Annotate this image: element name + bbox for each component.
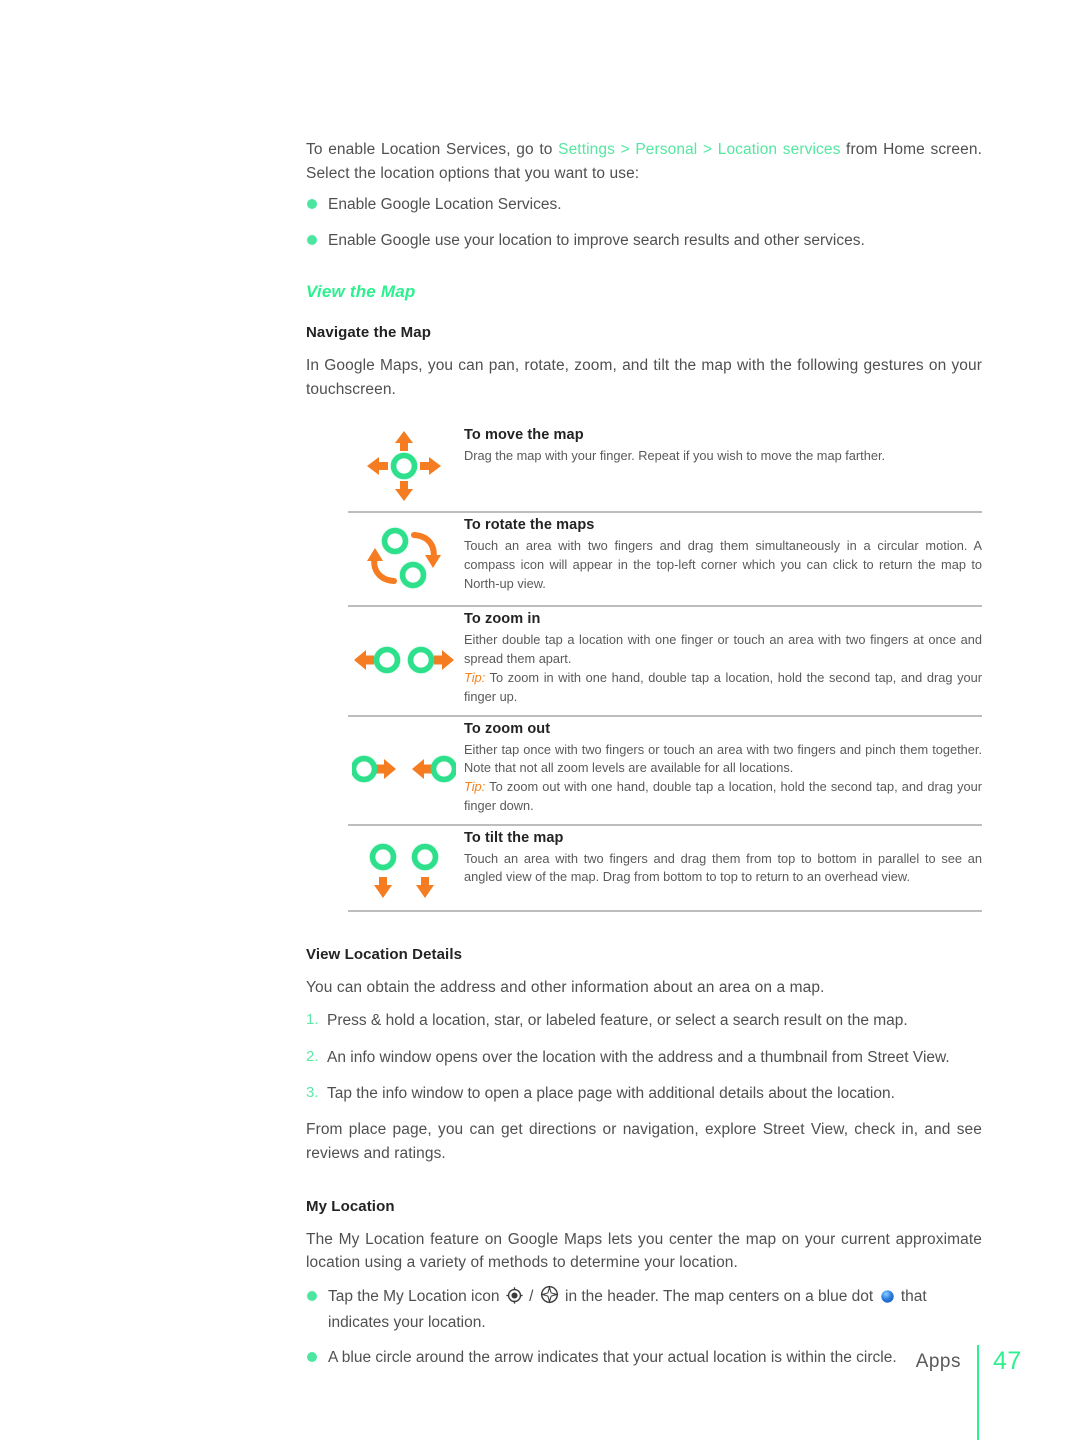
footer-divider (977, 1345, 979, 1440)
navigate-intro-paragraph: In Google Maps, you can pan, rotate, zoo… (306, 356, 982, 398)
gesture-description: Touch an area with two fingers and drag … (464, 537, 982, 593)
blue-dot-icon (880, 1288, 895, 1311)
subsection-heading-navigate-the-map: Navigate the Map (306, 323, 431, 341)
zoom-in-icon (348, 635, 460, 683)
footer-chapter-label: Apps (915, 1351, 961, 1372)
subsection-heading-my-location: My Location (306, 1197, 395, 1215)
table-row: To zoom out Either tap once with two fin… (348, 717, 982, 826)
list-item-label: Enable Google use your location to impro… (328, 231, 865, 249)
intro-paragraph: To enable Location Services, go to Setti… (306, 138, 982, 185)
page-content: To enable Location Services, go to Setti… (306, 138, 982, 1382)
tip-text: To zoom out with one hand, double tap a … (464, 779, 982, 813)
gesture-title: To zoom out (464, 720, 551, 737)
list-item: Tap the My Location icon / in the header… (306, 1285, 982, 1335)
list-item-number: 3. (306, 1083, 319, 1101)
bullet-dot-icon (307, 234, 317, 245)
gesture-title: To zoom in (464, 611, 541, 628)
bullet-dot-icon (307, 199, 317, 210)
list-item: 3. Tap the info window to open a place p… (306, 1082, 982, 1105)
list-item-label: An info window opens over the location w… (327, 1048, 950, 1066)
manual-page: To enable Location Services, go to Setti… (0, 0, 1080, 1440)
my-location-slash: / (524, 1287, 538, 1305)
list-item: 2. An info window opens over the locatio… (306, 1046, 982, 1069)
section-heading-view-the-map: View the Map (306, 281, 416, 301)
zoom-out-icon (348, 744, 460, 792)
list-item-label: Press & hold a location, star, or labele… (327, 1012, 908, 1030)
location-options-list: Enable Google Location Services. Enable … (306, 193, 982, 252)
list-item-label: Enable Google Location Services. (328, 196, 562, 214)
tip-label: Tip: (464, 669, 486, 685)
page-footer: Apps 47 (0, 1345, 1080, 1440)
table-row: To zoom in Either double tap a location … (348, 607, 982, 717)
gesture-description: Touch an area with two fingers and drag … (464, 850, 982, 888)
compass-icon (540, 1285, 559, 1311)
list-item: 1. Press & hold a location, star, or lab… (306, 1009, 982, 1032)
gesture-desc-text: Touch an area with two fingers and drag … (464, 538, 982, 591)
gesture-desc-text: Touch an area with two fingers and drag … (464, 850, 982, 885)
gesture-desc-text: Either double tap a location with one fi… (464, 632, 982, 667)
subsection-heading-view-location-details: View Location Details (306, 945, 463, 963)
tip-text: To zoom in with one hand, double tap a l… (464, 669, 982, 704)
list-item: Enable Google use your location to impro… (306, 229, 982, 252)
gesture-text: To zoom in Either double tap a location … (460, 611, 982, 706)
tilt-map-icon (348, 830, 460, 902)
location-details-steps: 1. Press & hold a location, star, or lab… (306, 1009, 982, 1105)
gesture-desc-text: Drag the map with your finger. Repeat if… (464, 448, 886, 464)
tip-label: Tip: (464, 779, 486, 795)
gesture-title: To tilt the map (464, 829, 564, 846)
gesture-description: Either tap once with two fingers or touc… (464, 741, 982, 816)
list-item-number: 2. (306, 1047, 319, 1065)
my-location-target-icon (506, 1287, 523, 1311)
my-location-text-a: Tap the My Location icon (328, 1287, 504, 1305)
gesture-table: To move the map Drag the map with your f… (348, 421, 982, 912)
table-row: To tilt the map Touch an area with two f… (348, 826, 982, 912)
gesture-text: To rotate the maps Touch an area with tw… (460, 517, 982, 593)
bullet-dot-icon (307, 1290, 317, 1301)
page-number: 47 (993, 1347, 1022, 1375)
table-row: To move the map Drag the map with your f… (348, 421, 982, 514)
list-item-number: 1. (306, 1011, 319, 1029)
gesture-text: To move the map Drag the map with your f… (460, 427, 982, 466)
gesture-desc-text: Either tap once with two fingers or touc… (464, 741, 982, 776)
move-map-icon (348, 427, 460, 503)
gesture-text: To tilt the map Touch an area with two f… (460, 830, 982, 888)
intro-text-before: To enable Location Services, go to (306, 141, 559, 158)
rotate-map-icon (348, 517, 460, 597)
gesture-description: Either double tap a location with one fi… (464, 631, 982, 706)
my-location-intro: The My Location feature on Google Maps l… (306, 1230, 982, 1272)
list-item-label: Tap the info window to open a place page… (327, 1084, 895, 1102)
gesture-text: To zoom out Either tap once with two fin… (460, 721, 982, 816)
my-location-text-b: in the header. The map centers on a blue… (560, 1287, 878, 1305)
location-details-intro: You can obtain the address and other inf… (306, 978, 825, 996)
list-item: Enable Google Location Services. (306, 193, 982, 216)
location-details-outro: From place page, you can get directions … (306, 1121, 982, 1162)
settings-path: Settings > Personal > Location services (558, 141, 841, 158)
gesture-title: To move the map (464, 427, 584, 444)
gesture-description: Drag the map with your finger. Repeat if… (464, 447, 982, 466)
gesture-title: To rotate the maps (464, 517, 595, 534)
table-row: To rotate the maps Touch an area with tw… (348, 513, 982, 608)
